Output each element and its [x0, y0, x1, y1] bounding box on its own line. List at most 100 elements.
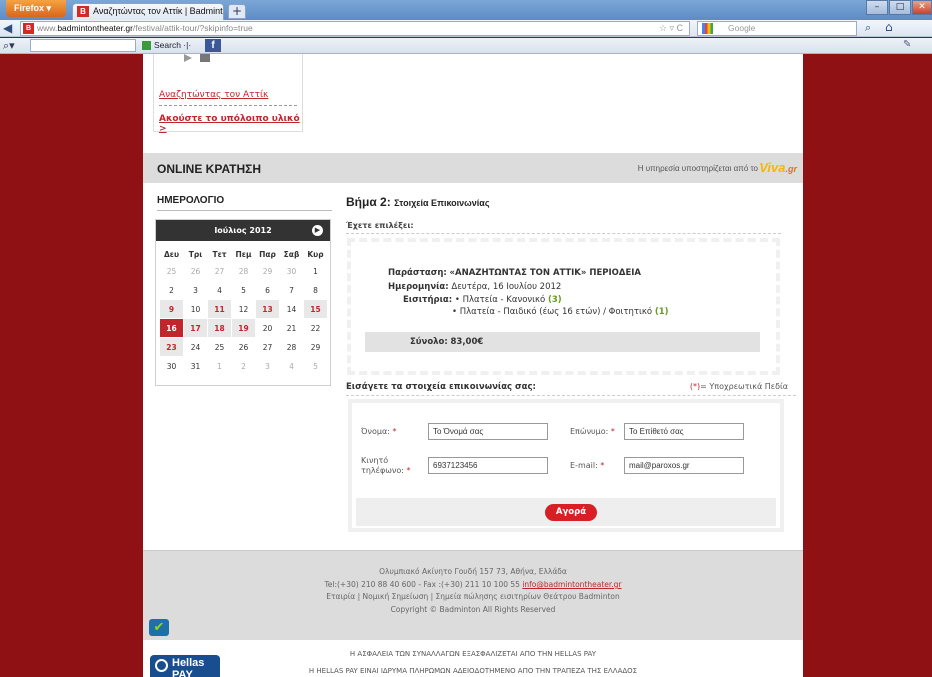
- calendar: Ιούλιος 2012 ▶ Δευ Τρι Τετ Πεμ Παρ Σαβ Κυρ 25 2…: [155, 219, 331, 386]
- toolbar-search-label: Search: [154, 40, 181, 50]
- calendar-day-available[interactable]: 11: [208, 300, 231, 318]
- calendar-day: 14: [286, 304, 297, 314]
- required-mark: (*): [689, 382, 701, 391]
- audio-track-link[interactable]: Αναζητώντας τον Αττίκ: [159, 90, 268, 100]
- home-icon[interactable]: ⌂: [885, 20, 893, 34]
- browser-tab-bar: Firefox ▾ B Αναζητώντας τον Αττίκ | Badm…: [0, 0, 932, 20]
- calendar-day-available[interactable]: 17: [184, 319, 207, 337]
- audio-controls: [174, 54, 214, 64]
- calendar-grid: Δευ Τρι Τετ Πεμ Παρ Σαβ Κυρ 25 26 27 28 29 30 1 2 3 4 5 6…: [159, 247, 328, 376]
- viva-logo-text: Viva: [759, 160, 786, 175]
- toolbar-search-icon[interactable]: ⌕▾: [3, 39, 15, 53]
- stop-icon[interactable]: [200, 54, 210, 62]
- toolbar-search-button[interactable]: Search ·|·: [142, 39, 191, 52]
- tickets-label: Εισιτήρια:: [403, 295, 453, 305]
- calendar-day: 7: [289, 285, 294, 295]
- last-name-label: Επώνυμο: *: [570, 427, 615, 437]
- viva-logo-suffix: .gr: [785, 164, 797, 174]
- next-month-icon[interactable]: ▶: [312, 225, 323, 236]
- calendar-month-header: Ιούλιος 2012 ▶: [156, 220, 330, 241]
- viva-logo[interactable]: Viva.gr: [759, 160, 797, 175]
- site-footer: Ολυμπιακό Ακίνητο Γουδή 157 73, Αθήνα, Ε…: [143, 550, 803, 640]
- facebook-icon[interactable]: f: [205, 39, 221, 52]
- divider: [157, 210, 332, 211]
- address-bar[interactable]: B www.badmintontheater.gr/festival/attik…: [20, 21, 690, 36]
- magnifier-icon[interactable]: ⌕: [865, 21, 871, 35]
- required-asterisk: *: [392, 427, 397, 436]
- step-number: Βήμα 2:: [346, 195, 391, 209]
- play-icon[interactable]: [184, 54, 192, 62]
- date-label: Ημερομηνία:: [388, 282, 449, 292]
- back-arrow-icon[interactable]: ◀: [3, 21, 18, 36]
- calendar-day: 20: [262, 323, 273, 333]
- required-asterisk: *: [600, 461, 605, 470]
- calendar-month: Ιούλιος 2012: [214, 226, 272, 235]
- email-input[interactable]: mail@paroxos.gr: [624, 457, 744, 474]
- wrench-icon[interactable]: ✎: [903, 39, 911, 50]
- search-engine-box[interactable]: Google: [697, 21, 857, 36]
- calendar-week: 23 24 25 26 27 28 29: [160, 338, 327, 356]
- calendar-day-other-month: 4: [289, 361, 294, 371]
- calendar-day: 2: [169, 285, 174, 295]
- calendar-day: 21: [286, 323, 297, 333]
- mobile-label-line1: Κινητό: [361, 456, 389, 465]
- browser-tab-title: Αναζητώντας τον Αττίκ | Badminton Th...: [93, 6, 223, 16]
- maximize-button[interactable]: □: [889, 0, 911, 15]
- mobile-label: Κινητό τηλέφωνο: *: [361, 456, 411, 476]
- calendar-day: 22: [310, 323, 321, 333]
- calendar-day-other-month: 28: [238, 266, 249, 276]
- close-window-button[interactable]: ✕: [912, 0, 932, 15]
- calendar-weekday: Παρ: [259, 250, 276, 259]
- submit-bar: Αγορά: [356, 498, 776, 526]
- required-asterisk: *: [610, 427, 615, 436]
- last-name-input[interactable]: Το Επίθετό σας: [624, 423, 744, 440]
- calendar-day-available[interactable]: 18: [208, 319, 231, 337]
- calendar-weekday: Δευ: [163, 250, 180, 259]
- footer-links[interactable]: Εταιρία | Νομική Σημείωση | Σημεία πώλησ…: [143, 592, 803, 601]
- mobile-input[interactable]: 6937123456: [428, 457, 548, 474]
- calendar-day-available[interactable]: 15: [304, 300, 327, 318]
- ticket-1-count: (3): [547, 295, 562, 305]
- calendar-day-selected[interactable]: 16: [160, 319, 183, 337]
- search-toolbar: ⌕▾ Search ·|· f ✎: [0, 38, 932, 54]
- contact-section-label: Εισάγετε τα στοιχεία επικοινωνίας σας:: [346, 382, 536, 392]
- new-tab-button[interactable]: +: [228, 4, 246, 19]
- search-go-icon: [142, 41, 151, 50]
- firefox-menu-button[interactable]: Firefox ▾: [6, 0, 66, 17]
- ticket-2-count: (1): [654, 307, 669, 317]
- firefox-menu-label: Firefox: [14, 3, 45, 13]
- calendar-week: 16 17 18 19 20 21 22: [160, 319, 327, 337]
- url-prefix: www.: [37, 23, 58, 33]
- calendar-day-other-month: 29: [262, 266, 273, 276]
- calendar-day: 26: [238, 342, 249, 352]
- buy-button[interactable]: Αγορά: [545, 504, 597, 521]
- required-note-text: = Υποχρεωτικά Πεδία: [700, 382, 788, 391]
- footer-phones: Tel:(+30) 210 88 40 600 - Fax :(+30) 211…: [324, 580, 520, 589]
- browser-tab[interactable]: B Αναζητώντας τον Αττίκ | Badminton Th..…: [72, 3, 224, 20]
- calendar-day-available[interactable]: 13: [256, 300, 279, 318]
- calendar-week: 9 10 11 12 13 14 15: [160, 300, 327, 318]
- first-name-input[interactable]: Το Όνομά σας: [428, 423, 548, 440]
- booking-header: ONLINE ΚΡΑΤΗΣΗ Η υπηρεσία υποστηρίζεται …: [143, 153, 803, 183]
- email-label: E-mail: *: [570, 461, 604, 471]
- first-name-label-text: Όνομα:: [361, 427, 390, 436]
- calendar-day: 31: [190, 361, 201, 371]
- toolbar-search-input[interactable]: [30, 39, 136, 52]
- calendar-day-other-month: 1: [217, 361, 222, 371]
- calendar-week: 30 31 1 2 3 4 5: [160, 357, 327, 375]
- url-domain: badmintontheater.gr: [57, 23, 133, 33]
- calendar-day-available[interactable]: 19: [232, 319, 255, 337]
- mobile-label-line2: τηλέφωνο:: [361, 466, 404, 475]
- powered-by-text: Η υπηρεσία υποστηρίζεται από το: [637, 164, 758, 173]
- calendar-week: 2 3 4 5 6 7 8: [160, 281, 327, 299]
- calendar-day-available[interactable]: 23: [160, 338, 183, 356]
- calendar-weekday: Πεμ: [235, 250, 252, 259]
- minimize-button[interactable]: –: [866, 0, 888, 15]
- email-label-text: E-mail:: [570, 461, 598, 470]
- payment-provider-strip: Hellas PAY Η ΑΣΦΑΛΕΙΑ ΤΩΝ ΣΥΝΑΛΛΑΓΩΝ ΕΞΑ…: [143, 640, 803, 677]
- bookmark-star-icon[interactable]: ☆ ▿ C: [659, 22, 683, 35]
- footer-email-link[interactable]: info@badmintontheater.gr: [522, 580, 621, 589]
- calendar-day-available[interactable]: 9: [160, 300, 183, 318]
- calendar-day: 1: [313, 266, 318, 276]
- more-audio-link[interactable]: Ακούστε το υπόλοιπο υλικό >: [159, 114, 302, 134]
